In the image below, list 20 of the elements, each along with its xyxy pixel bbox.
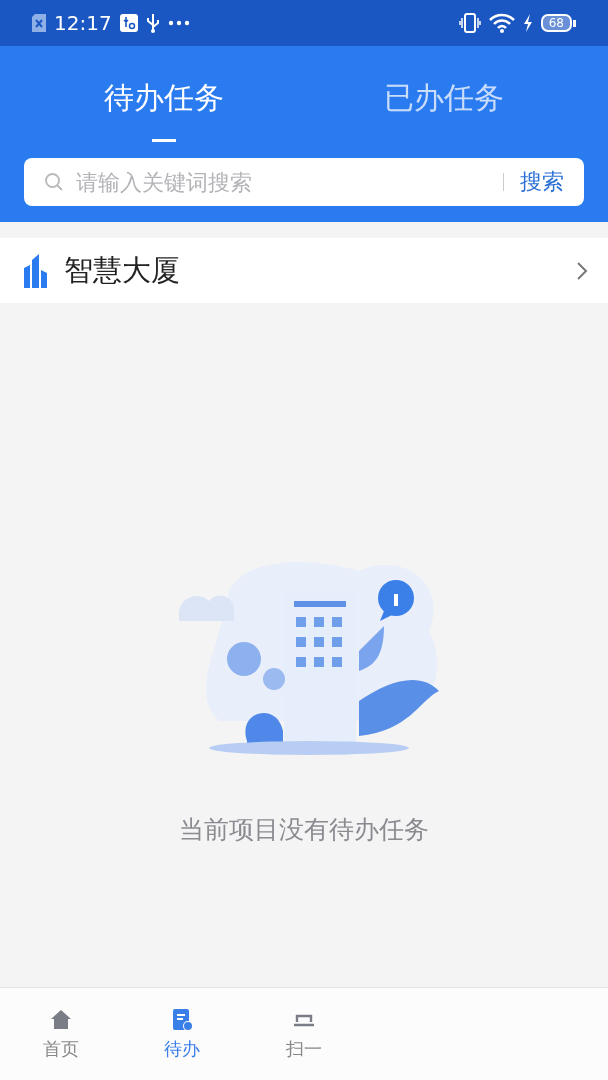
sim-card-icon <box>32 14 46 32</box>
search-icon <box>44 172 64 192</box>
nav-tab[interactable]: 扫一 <box>243 988 365 1080</box>
empty-message: 当前项目没有待办任务 <box>179 814 429 846</box>
battery-level: 68 <box>540 14 572 32</box>
chevron-right-icon <box>576 260 588 281</box>
status-time: 12:17 <box>54 11 112 35</box>
search-field[interactable]: 请输入关键词搜索 搜索 <box>24 158 584 206</box>
tab[interactable]: 待办任务 <box>24 46 304 158</box>
tab[interactable]: 已办任务 <box>304 46 584 158</box>
scan-icon <box>292 1013 316 1027</box>
nav-tab[interactable]: 待办 <box>121 988 244 1080</box>
wifi-icon <box>488 13 515 33</box>
vibrate-icon <box>458 13 481 33</box>
building-icon <box>24 253 48 288</box>
search-button[interactable]: 搜索 <box>514 167 564 197</box>
usb-icon <box>145 13 160 33</box>
more-icon <box>167 20 190 26</box>
nav-tab[interactable]: 首页 <box>0 988 122 1080</box>
usb-debug-icon <box>119 14 138 32</box>
